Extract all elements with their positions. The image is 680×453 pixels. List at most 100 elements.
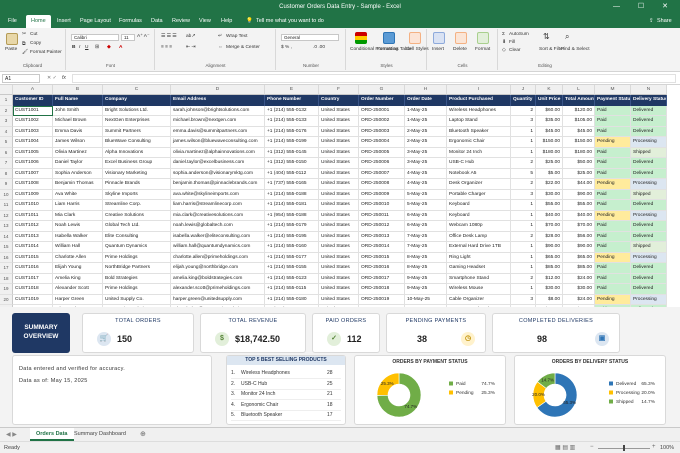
table-cell[interactable]: ORD-250005: [359, 147, 405, 158]
table-cell[interactable]: Webcam 1080p: [447, 221, 511, 232]
table-cell[interactable]: Delivered: [631, 273, 667, 284]
formula-input[interactable]: [72, 74, 676, 83]
conditional-formatting-icon[interactable]: [355, 32, 367, 44]
table-header-cell[interactable]: Delivery Status: [631, 95, 667, 106]
table-cell[interactable]: $105.00: [563, 116, 595, 127]
table-cell[interactable]: Wireless Mouse: [447, 284, 511, 295]
table-cell[interactable]: Alexander Scott: [53, 284, 103, 295]
table-cell[interactable]: Isabella Walker: [53, 231, 103, 242]
table-cell[interactable]: $45.00: [536, 126, 563, 137]
table-cell[interactable]: United States: [319, 158, 359, 169]
menu-data[interactable]: Data: [151, 18, 163, 24]
table-cell[interactable]: 5-May-25: [405, 189, 447, 200]
table-cell[interactable]: +1 (312) 555-0145: [265, 147, 319, 158]
table-cell[interactable]: 7-May-25: [405, 242, 447, 253]
table-cell[interactable]: ORD-250018: [359, 284, 405, 295]
column-header[interactable]: J: [511, 85, 536, 95]
row-header[interactable]: 16: [0, 252, 13, 263]
table-cell[interactable]: 8-May-25: [405, 252, 447, 263]
column-header[interactable]: I: [447, 85, 511, 95]
table-cell[interactable]: +1 (214) 555-0177: [265, 252, 319, 263]
table-cell[interactable]: $120.00: [563, 105, 595, 116]
window-controls[interactable]: — ☐ ✕: [613, 2, 676, 10]
font-size-select[interactable]: 11: [121, 34, 135, 41]
format-cells-icon[interactable]: [477, 32, 489, 44]
table-cell[interactable]: Keyboard: [447, 210, 511, 221]
table-cell[interactable]: CUST1002: [13, 116, 53, 127]
table-header-cell[interactable]: Product Purchased: [447, 95, 511, 106]
table-cell[interactable]: 1: [511, 210, 536, 221]
table-cell[interactable]: $30.00: [536, 284, 563, 295]
table-cell[interactable]: noah.lewis@globaltech.com: [171, 221, 265, 232]
table-cell[interactable]: CUST1019: [13, 294, 53, 305]
table-cell[interactable]: NextGen Enterprises: [103, 116, 171, 127]
table-cell[interactable]: CUST1013: [13, 231, 53, 242]
table-cell[interactable]: United States: [319, 231, 359, 242]
table-cell[interactable]: CUST1007: [13, 168, 53, 179]
table-cell[interactable]: Delivered: [631, 284, 667, 295]
table-cell[interactable]: Bluetooth Speaker: [447, 126, 511, 137]
table-cell[interactable]: mia.clark@creativesolutions.com: [171, 210, 265, 221]
table-cell[interactable]: ORD-250004: [359, 137, 405, 148]
table-cell[interactable]: $28.00: [536, 231, 563, 242]
table-cell[interactable]: United States: [319, 252, 359, 263]
table-cell[interactable]: United States: [319, 242, 359, 253]
table-cell[interactable]: 1: [511, 263, 536, 274]
table-cell[interactable]: $25.00: [563, 168, 595, 179]
table-cell[interactable]: 1: [511, 126, 536, 137]
font-color-icon[interactable]: A: [119, 45, 122, 50]
table-header-cell[interactable]: Unit Price: [536, 95, 563, 106]
find-select-button[interactable]: Find & Select: [561, 47, 590, 52]
delete-button[interactable]: Delete: [453, 47, 467, 52]
table-cell[interactable]: USB-C Hub: [447, 158, 511, 169]
table-cell[interactable]: Pending: [595, 179, 631, 190]
table-cell[interactable]: Paid: [595, 147, 631, 158]
table-cell[interactable]: United States: [319, 179, 359, 190]
table-cell[interactable]: Amelia King: [53, 273, 103, 284]
wrap-text-button[interactable]: Wrap Text: [226, 34, 247, 39]
table-cell[interactable]: charlotte.allen@primeholdings.com: [171, 252, 265, 263]
table-cell[interactable]: 1: [511, 284, 536, 295]
row-header[interactable]: 15: [0, 242, 13, 253]
table-cell[interactable]: +1 (404) 555-0112: [265, 168, 319, 179]
table-cell[interactable]: United States: [319, 294, 359, 305]
table-cell[interactable]: elijah.young@northbridge.com: [171, 263, 265, 274]
table-cell[interactable]: CUST1018: [13, 284, 53, 295]
column-header[interactable]: L: [563, 85, 595, 95]
table-cell[interactable]: sophia.anderson@visionarymktg.com: [171, 168, 265, 179]
table-cell[interactable]: Processing: [631, 179, 667, 190]
view-mode-icon[interactable]: ▦ ▤ ▥: [555, 444, 575, 451]
table-cell[interactable]: Ava White: [53, 189, 103, 200]
column-header[interactable]: H: [405, 85, 447, 95]
table-cell[interactable]: ORD-250011: [359, 210, 405, 221]
table-cell[interactable]: michael.brown@nextgen.com: [171, 116, 265, 127]
table-cell[interactable]: +1 (214) 555-0160: [265, 242, 319, 253]
column-header[interactable]: G: [359, 85, 405, 95]
table-cell[interactable]: BlueWave Consulting: [103, 137, 171, 148]
table-cell[interactable]: ORD-250001: [359, 105, 405, 116]
table-cell[interactable]: Delivered: [631, 126, 667, 137]
table-cell[interactable]: CUST1008: [13, 179, 53, 190]
table-cell[interactable]: $50.00: [563, 158, 595, 169]
table-header-cell[interactable]: Payment Status: [595, 95, 631, 106]
table-cell[interactable]: amelia.king@boldstrategies.com: [171, 273, 265, 284]
table-cell[interactable]: +1 (312) 555-0150: [265, 158, 319, 169]
table-cell[interactable]: $65.00: [536, 252, 563, 263]
fill-button[interactable]: Fill: [509, 40, 515, 45]
table-cell[interactable]: 2: [511, 273, 536, 284]
table-cell[interactable]: james.wilson@bluewaveconsulting.com: [171, 137, 265, 148]
table-header-cell[interactable]: Full Name: [53, 95, 103, 106]
zoom-out-icon[interactable]: −: [590, 444, 594, 450]
table-cell[interactable]: Processing: [631, 252, 667, 263]
worksheet-grid[interactable]: A B C D E F G H I J K L M N 1 Customer ID Full Name Compa…: [0, 85, 680, 337]
table-cell[interactable]: Pending: [595, 210, 631, 221]
table-cell[interactable]: +1 (214) 555-0180: [265, 294, 319, 305]
table-cell[interactable]: $40.00: [536, 210, 563, 221]
table-cell[interactable]: $56.00: [563, 231, 595, 242]
table-cell[interactable]: Elijah Young: [53, 263, 103, 274]
clear-icon[interactable]: ◇: [502, 48, 506, 53]
table-cell[interactable]: Paid: [595, 116, 631, 127]
row-header[interactable]: 3: [0, 116, 13, 127]
table-cell[interactable]: CUST1017: [13, 273, 53, 284]
table-cell[interactable]: ORD-250009: [359, 189, 405, 200]
